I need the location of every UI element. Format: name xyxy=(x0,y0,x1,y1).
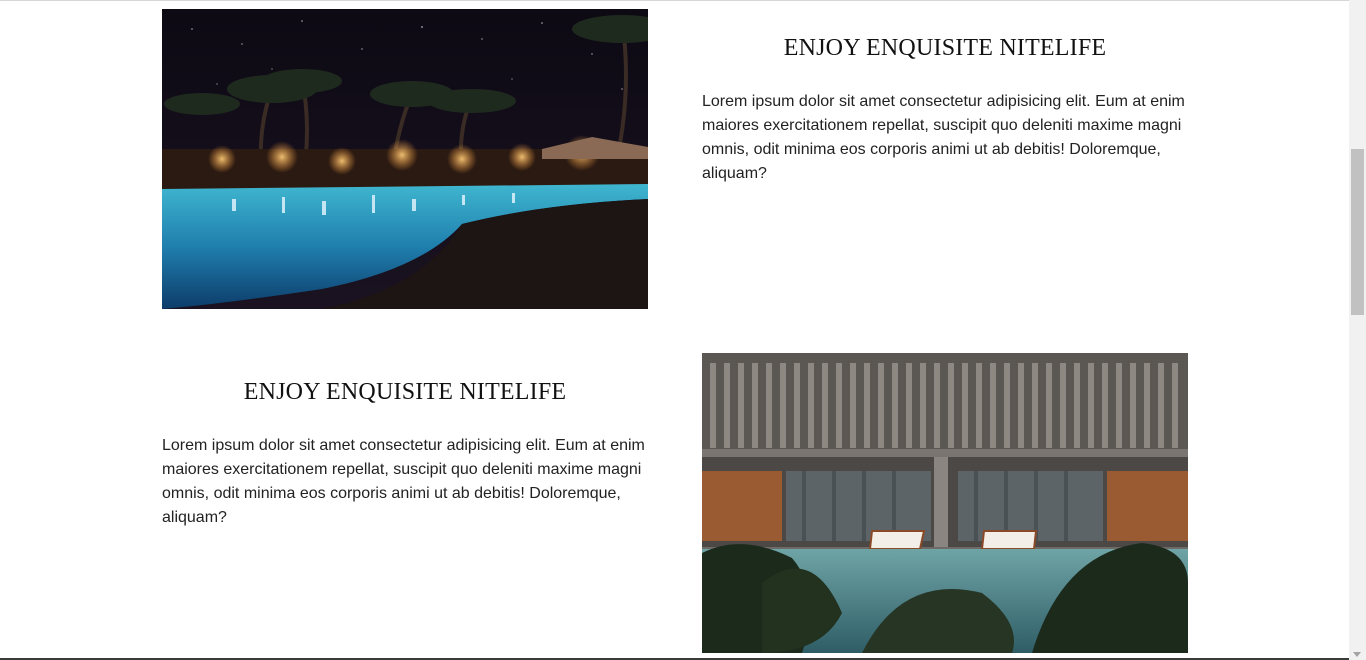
section-1-title: ENJOY ENQUISITE NITELIFE xyxy=(783,35,1107,61)
page-scrollbar[interactable] xyxy=(1349,0,1366,660)
section-1-text: ENJOY ENQUISITE NITELIFE Lorem ipsum dol… xyxy=(702,35,1188,186)
section-2-text: ENJOY ENQUISITE NITELIFE Lorem ipsum dol… xyxy=(162,379,648,530)
page-content: ENJOY ENQUISITE NITELIFE Lorem ipsum dol… xyxy=(0,0,1349,660)
hotel-pool-loungers-photo xyxy=(702,353,1188,653)
scrollbar-thumb[interactable] xyxy=(1351,149,1364,315)
night-pool-resort-photo xyxy=(162,9,648,309)
page-viewport: ENJOY ENQUISITE NITELIFE Lorem ipsum dol… xyxy=(0,0,1366,660)
section-2-title: ENJOY ENQUISITE NITELIFE xyxy=(243,379,567,405)
scroll-down-arrow-icon[interactable] xyxy=(1353,652,1361,657)
section-2-body: Lorem ipsum dolor sit amet consectetur a… xyxy=(162,437,645,526)
section-1-body: Lorem ipsum dolor sit amet consectetur a… xyxy=(702,93,1185,182)
